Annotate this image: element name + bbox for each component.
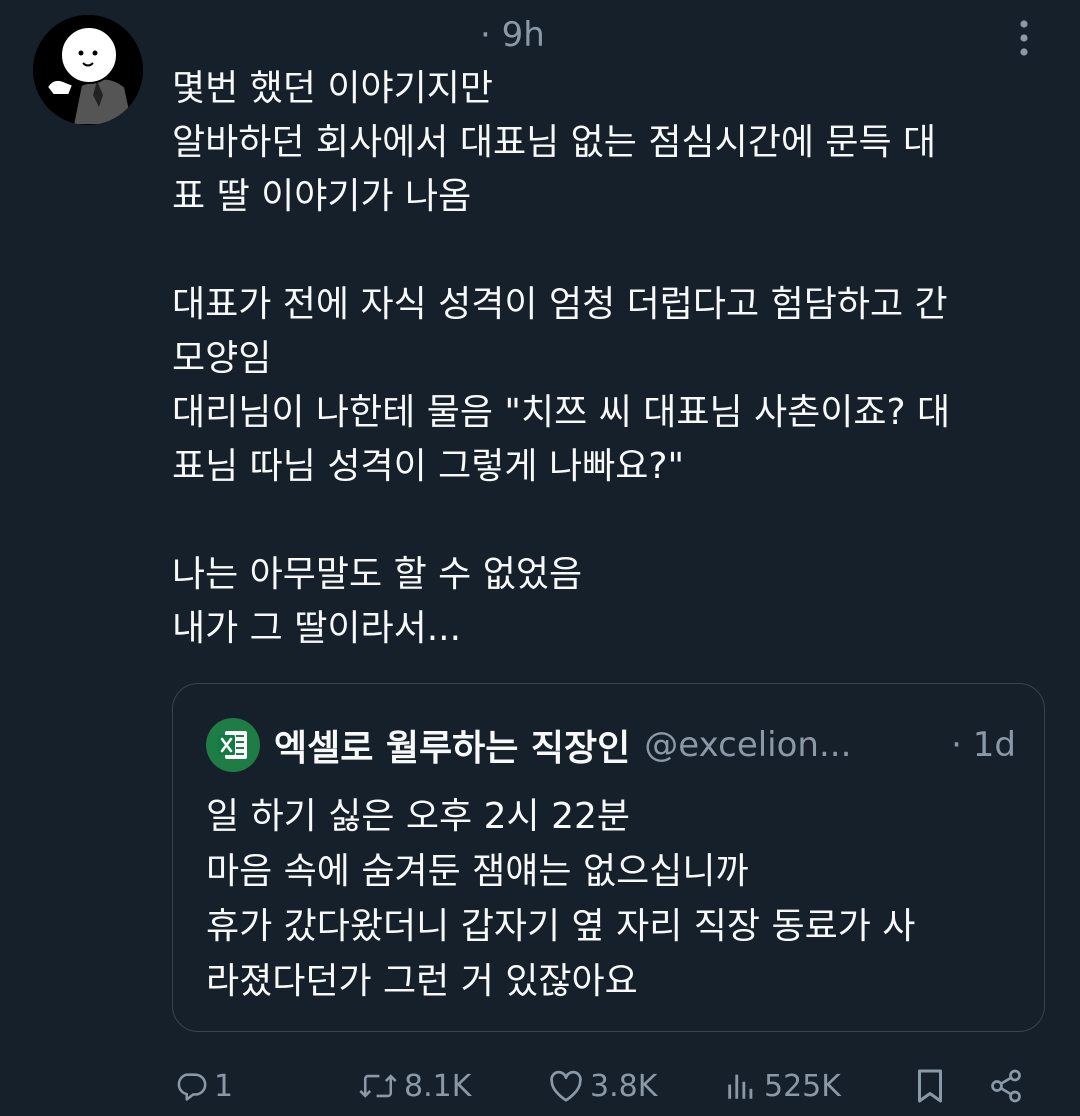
repost-icon — [359, 1074, 397, 1098]
more-options-button[interactable] — [1004, 16, 1044, 60]
quoted-tweet-header: 엑셀로 월루하는 직장인 @excelion... · 1d — [206, 718, 1016, 772]
views-button[interactable]: 525K — [724, 1058, 841, 1114]
views-count: 525K — [764, 1068, 841, 1104]
repost-button[interactable]: 8.1K — [358, 1058, 471, 1114]
bookmark-button[interactable] — [914, 1058, 946, 1114]
more-icon — [1020, 20, 1028, 56]
share-button[interactable] — [988, 1058, 1024, 1114]
tweet-text-line: 표 딸 이야기가 나옴 — [172, 176, 472, 217]
quoted-text-line: 일 하기 싫은 오후 2시 22분 — [206, 796, 631, 837]
views-icon — [728, 1074, 753, 1099]
tweet-text-line: 표님 따님 성격이 그렇게 나빠요?" — [172, 446, 684, 487]
reply-count: 1 — [214, 1068, 234, 1104]
reply-icon — [177, 1073, 207, 1101]
quoted-text-line: 휴가 갔다왔더니 갑자기 옆 자리 직장 동료가 사 — [206, 906, 916, 947]
tweet-text-line — [172, 224, 1052, 278]
avatar-doodle-icon — [33, 15, 143, 125]
quoted-tweet[interactable]: 엑셀로 월루하는 직장인 @excelion... · 1d 일 하기 싫은 오… — [172, 683, 1045, 1032]
post-time-text: · 9h — [480, 15, 545, 55]
quoted-post-time[interactable]: · 1d — [951, 725, 1016, 765]
excel-icon — [218, 731, 247, 759]
like-icon — [550, 1070, 582, 1102]
quoted-author-name[interactable]: 엑셀로 월루하는 직장인 — [274, 719, 630, 771]
quoted-author-handle: @excelion... — [644, 725, 852, 765]
tweet: · 9h 몇번 했던 이야기지만 알바하던 회사에서 대표님 없는 점심시간에 … — [0, 0, 1080, 1116]
like-count: 3.8K — [590, 1068, 658, 1104]
tweet-text-line: 몇번 했던 이야기지만 — [172, 68, 493, 109]
share-icon — [991, 1069, 1021, 1103]
tweet-text-line — [172, 494, 1052, 548]
quoted-text-line: 라졌다던가 그런 거 있잖아요 — [206, 961, 638, 1002]
bookmark-icon — [918, 1069, 942, 1103]
action-bar: 1 8.1K 3.8K 525K — [172, 1058, 1042, 1114]
tweet-text-line: 알바하던 회사에서 대표님 없는 점심시간에 문득 대 — [172, 122, 937, 163]
tweet-text-line: 내가 그 딸이라서... — [172, 608, 462, 649]
post-time[interactable]: · 9h — [480, 12, 545, 58]
quoted-tweet-text: 일 하기 싫은 오후 2시 22분 마음 속에 숨겨둔 잼얘는 없으십니까 휴가… — [206, 789, 1026, 1009]
like-button[interactable]: 3.8K — [548, 1058, 657, 1114]
author-avatar[interactable] — [33, 15, 143, 125]
tweet-text: 몇번 했던 이야기지만 알바하던 회사에서 대표님 없는 점심시간에 문득 대 … — [172, 62, 1052, 656]
reply-button[interactable]: 1 — [174, 1058, 233, 1114]
tweet-text-line: 대리님이 나한테 물음 "치쯔 씨 대표님 사촌이죠? 대 — [172, 392, 951, 433]
tweet-text-line: 모양임 — [172, 338, 272, 379]
quoted-text-line: 마음 속에 숨겨둔 잼얘는 없으십니까 — [206, 851, 749, 892]
quoted-author-avatar[interactable] — [206, 718, 260, 772]
tweet-text-line: 대표가 전에 자식 성격이 엄청 더럽다고 험담하고 간 — [172, 284, 948, 325]
repost-count: 8.1K — [404, 1068, 472, 1104]
tweet-text-line: 나는 아무말도 할 수 없었음 — [172, 554, 583, 595]
